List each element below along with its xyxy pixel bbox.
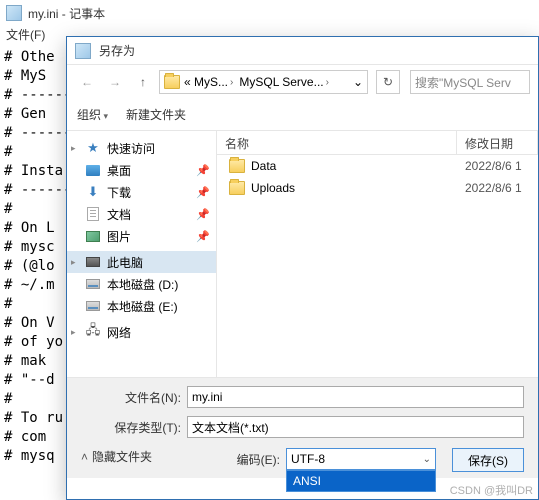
sidebar-item-downloads[interactable]: ⬇ 下载 📌 — [67, 181, 216, 203]
encoding-option-ansi[interactable]: ANSI — [287, 471, 435, 491]
disk-icon — [86, 279, 100, 289]
sidebar-item-pictures[interactable]: 图片 📌 — [67, 225, 216, 247]
chevron-down-icon: ⌄ — [423, 454, 431, 465]
up-button[interactable]: ↑ — [131, 70, 155, 94]
organize-menu[interactable]: 组织 — [77, 106, 108, 123]
new-folder-button[interactable]: 新建文件夹 — [126, 106, 186, 123]
savetype-label: 保存类型(T): — [81, 419, 181, 436]
disk-icon — [86, 301, 100, 311]
save-button[interactable]: 保存(S) — [452, 448, 524, 472]
watermark: CSDN @我叫DR — [450, 482, 533, 498]
nav-row: ← → ↑ « MyS... › MySQL Serve... › ⌄ ↻ 搜索… — [67, 65, 538, 99]
dialog-toolbar: 组织 新建文件夹 — [67, 99, 538, 131]
col-header-date[interactable]: 修改日期 — [457, 131, 538, 154]
notepad-titlebar: my.ini - 记事本 — [0, 0, 539, 26]
chevron-down-icon[interactable]: ⌄ — [353, 75, 363, 89]
file-list-header: 名称 修改日期 — [217, 131, 538, 155]
bottom-pane: 文件名(N): 保存类型(T): 隐藏文件夹 编码(E): UTF-8 ⌄ AN… — [67, 377, 538, 478]
notepad-icon — [6, 5, 22, 21]
back-button[interactable]: ← — [75, 70, 99, 94]
sidebar-item-disk-d[interactable]: 本地磁盘 (D:) — [67, 273, 216, 295]
savetype-select[interactable] — [187, 416, 524, 438]
sidebar-item-quickaccess[interactable]: ▸ ★ 快速访问 — [67, 137, 216, 159]
computer-icon — [86, 257, 100, 267]
save-as-dialog: 另存为 ← → ↑ « MyS... › MySQL Serve... › ⌄ … — [66, 36, 539, 500]
dialog-title-text: 另存为 — [99, 42, 135, 59]
col-header-name[interactable]: 名称 — [217, 131, 457, 154]
encoding-label: 编码(E): — [237, 448, 280, 468]
sidebar-item-thispc[interactable]: ▸ 此电脑 — [67, 251, 216, 273]
download-icon: ⬇ — [85, 184, 101, 200]
breadcrumb[interactable]: « MyS... › MySQL Serve... › ⌄ — [159, 70, 368, 94]
path-seg-root[interactable]: « MyS... › — [182, 75, 235, 89]
folder-icon — [229, 181, 245, 195]
star-icon: ★ — [85, 140, 101, 156]
encoding-select[interactable]: UTF-8 ⌄ — [286, 448, 436, 470]
folder-icon — [164, 75, 180, 89]
filename-label: 文件名(N): — [81, 389, 181, 406]
file-row[interactable]: Uploads 2022/8/6 1 — [217, 177, 538, 199]
encoding-dropdown: ANSI — [286, 470, 436, 492]
refresh-button[interactable]: ↻ — [376, 70, 400, 94]
pin-icon: 📌 — [196, 230, 210, 243]
expand-icon[interactable]: ▸ — [71, 327, 76, 338]
file-row[interactable]: Data 2022/8/6 1 — [217, 155, 538, 177]
pin-icon: 📌 — [196, 164, 210, 177]
sidebar-item-documents[interactable]: 文档 📌 — [67, 203, 216, 225]
pin-icon: 📌 — [196, 208, 210, 221]
hide-folders-toggle[interactable]: 隐藏文件夹 — [81, 448, 152, 465]
chevron-right-icon: › — [326, 77, 329, 88]
sidebar-item-disk-e[interactable]: 本地磁盘 (E:) — [67, 295, 216, 317]
sidebar-item-desktop[interactable]: 桌面 📌 — [67, 159, 216, 181]
document-icon — [87, 207, 99, 221]
notepad-title-text: my.ini - 记事本 — [28, 5, 105, 22]
forward-button: → — [103, 70, 127, 94]
file-list[interactable]: 名称 修改日期 Data 2022/8/6 1 Uploads 2022/8/6… — [217, 131, 538, 377]
desktop-icon — [86, 165, 100, 176]
expand-icon[interactable]: ▸ — [71, 257, 76, 268]
expand-icon[interactable]: ▸ — [71, 143, 76, 154]
network-icon: 🖧 — [85, 324, 101, 340]
sidebar-item-network[interactable]: ▸ 🖧 网络 — [67, 321, 216, 343]
folder-icon — [229, 159, 245, 173]
filename-input[interactable] — [187, 386, 524, 408]
dialog-icon — [75, 43, 91, 59]
pictures-icon — [86, 231, 100, 242]
search-input[interactable]: 搜索"MySQL Serv — [410, 70, 530, 94]
sidebar: ▸ ★ 快速访问 桌面 📌 ⬇ 下载 📌 文档 📌 — [67, 131, 217, 377]
chevron-right-icon: › — [230, 77, 233, 88]
pin-icon: 📌 — [196, 186, 210, 199]
path-seg-folder[interactable]: MySQL Serve... › — [237, 75, 331, 89]
dialog-titlebar: 另存为 — [67, 37, 538, 65]
